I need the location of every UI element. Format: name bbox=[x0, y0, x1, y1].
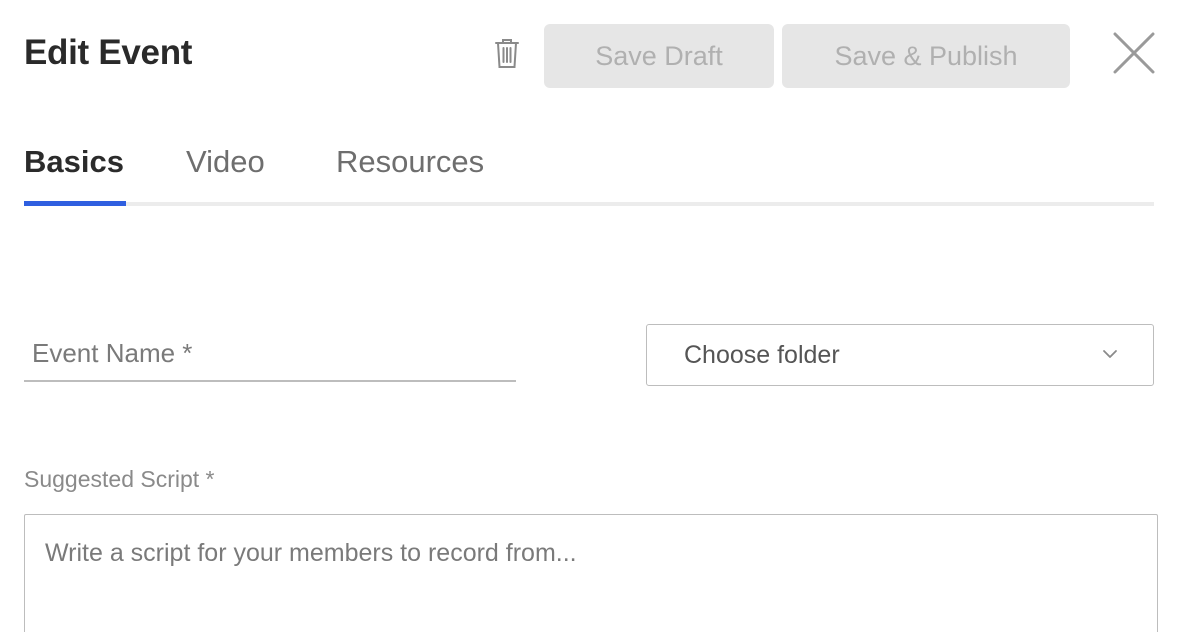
save-publish-button[interactable]: Save & Publish bbox=[782, 24, 1070, 88]
folder-select[interactable]: Choose folder bbox=[646, 324, 1154, 386]
trash-icon-graphic bbox=[495, 39, 519, 68]
tab-basics[interactable]: Basics bbox=[24, 144, 124, 198]
save-draft-button[interactable]: Save Draft bbox=[544, 24, 774, 88]
tab-basics-label: Basics bbox=[24, 144, 124, 179]
close-icon[interactable] bbox=[1110, 29, 1158, 77]
trash-icon[interactable] bbox=[487, 34, 527, 74]
close-icon-graphic bbox=[1113, 32, 1155, 74]
active-tab-indicator bbox=[24, 201, 126, 206]
folder-select-value: Choose folder bbox=[684, 340, 840, 369]
tab-bar: Basics Video Resources bbox=[24, 140, 1154, 206]
tab-video-label: Video bbox=[186, 144, 265, 179]
chevron-down-icon bbox=[1103, 350, 1117, 358]
tab-video[interactable]: Video bbox=[186, 144, 265, 198]
suggested-script-label: Suggested Script * bbox=[24, 466, 215, 492]
tab-resources-label: Resources bbox=[336, 144, 485, 179]
tab-resources[interactable]: Resources bbox=[336, 144, 484, 198]
suggested-script-input[interactable] bbox=[24, 514, 1158, 632]
edit-event-panel: Edit Event Save Draft Save & Publish Bas… bbox=[0, 0, 1178, 632]
event-name-input[interactable] bbox=[24, 326, 516, 382]
page-title: Edit Event bbox=[24, 33, 193, 72]
